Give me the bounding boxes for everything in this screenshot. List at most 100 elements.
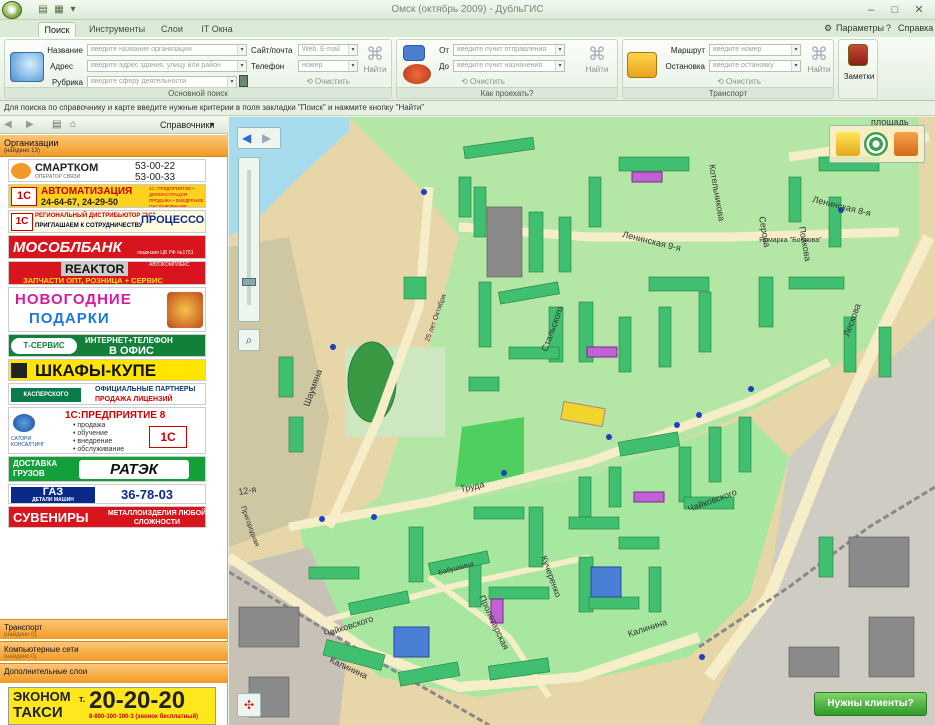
address-label: Адрес bbox=[50, 62, 73, 71]
app-logo-icon[interactable]: ◉ bbox=[2, 1, 22, 19]
sator-item: • внедрение bbox=[73, 438, 113, 445]
sator-item: • продажа bbox=[73, 422, 106, 429]
directories-dropdown[interactable]: Справочники bbox=[160, 120, 215, 130]
map-nav-controls: ◀ ▶ bbox=[237, 127, 281, 149]
sator-item: • обучение bbox=[73, 430, 108, 437]
1c-logo-icon: 1С bbox=[11, 187, 37, 206]
name-input[interactable]: введите название организации ▾ bbox=[87, 44, 247, 56]
maximize-button[interactable]: □ bbox=[882, 2, 908, 18]
find-search-label: Найти bbox=[363, 65, 387, 74]
clear-route-button[interactable]: ⟲ Очистить bbox=[453, 77, 513, 86]
map-forward-icon[interactable]: ▶ bbox=[262, 131, 271, 145]
gaz-phone: 36-78-03 bbox=[121, 487, 174, 502]
zoom-handle[interactable] bbox=[242, 278, 256, 286]
params-icon[interactable]: ⚙ bbox=[824, 23, 832, 34]
ad-wardrobes[interactable]: ШКАФЫ-КУПЕ bbox=[8, 359, 206, 381]
zoom-slider[interactable] bbox=[238, 157, 260, 322]
ad-reaktor[interactable]: REAKTOR АВТОКОМПЛЕКС ЗАПЧАСТИ ОПТ, РОЗНИ… bbox=[8, 261, 206, 285]
clear-transport-button[interactable]: ⟲ Очистить bbox=[709, 77, 769, 86]
find-search-button[interactable]: ⌘ Найти bbox=[361, 44, 389, 86]
ad-tservice[interactable]: Т-СЕРВИС ИНТЕРНЕТ+ТЕЛЕФОН В ОФИС bbox=[8, 334, 206, 357]
back-icon[interactable]: ◀ bbox=[4, 119, 12, 130]
ruler-icon[interactable] bbox=[836, 132, 860, 156]
compass-icon[interactable]: ✣ bbox=[237, 693, 261, 717]
gift-bear-image bbox=[167, 292, 203, 328]
find-transport-button[interactable]: ⌘ Найти bbox=[805, 44, 833, 86]
ad-gaz[interactable]: ГАЗ ДЕТАЛИ МАШИН 36-78-03 bbox=[8, 484, 206, 504]
area-icon[interactable] bbox=[894, 132, 918, 156]
clear-route-label: Очистить bbox=[470, 77, 505, 86]
gifts-line1: НОВОГОДНИЕ bbox=[15, 291, 132, 308]
section-found: (найдено 0) bbox=[4, 654, 37, 660]
tservice-line1: ИНТЕРНЕТ+ТЕЛЕФОН bbox=[85, 336, 173, 345]
to-input[interactable]: введите пункт назначения ▾ bbox=[453, 60, 565, 72]
tservice-logo: Т-СЕРВИС bbox=[11, 338, 77, 354]
orgs-section-header[interactable]: Организации (найдено 13) bbox=[0, 135, 228, 157]
section-networks[interactable]: Компьютерные сети (найдено 0) bbox=[0, 641, 228, 661]
ad-taxi[interactable]: ЭКОНОМ ТАКСИ т. 20-20-20 8-800-100-100-3… bbox=[8, 687, 216, 725]
smartcom-name: СМАРТКОМ bbox=[35, 162, 99, 174]
need-clients-button[interactable]: Нужны клиенты? bbox=[814, 692, 927, 716]
tservice-line2: В ОФИС bbox=[109, 345, 154, 357]
tab-layers[interactable]: Слои bbox=[155, 22, 189, 37]
tab-tools[interactable]: Инструменты bbox=[82, 22, 152, 37]
forward-icon[interactable]: ▶ bbox=[26, 119, 34, 130]
map-canvas[interactable]: Ленинская 9-я Ленинская 8-я Котельникова… bbox=[229, 117, 935, 725]
find-transport-label: Найти bbox=[807, 65, 831, 74]
notes-button[interactable]: Заметки bbox=[838, 39, 878, 99]
route-number-input[interactable]: введите номер ▾ bbox=[709, 44, 801, 56]
sator-title: 1С:ПРЕДПРИЯТИЕ 8 bbox=[65, 410, 166, 421]
auto-title: АВТОМАТИЗАЦИЯ bbox=[41, 186, 133, 197]
rubric-catalog-icon[interactable] bbox=[239, 75, 248, 87]
site-input[interactable]: Web, E-mail ▾ bbox=[298, 44, 358, 56]
notes-label: Заметки bbox=[843, 72, 875, 81]
save-icon[interactable]: ▦ bbox=[52, 3, 66, 16]
ad-ratek[interactable]: ДОСТАВКА ГРУЗОВ РАТЭК bbox=[8, 456, 206, 482]
left-pane: ◀ ▶ ▤ ⌂ Справочники ▾ Организации (найде… bbox=[0, 117, 228, 725]
tab-search[interactable]: Поиск bbox=[38, 22, 76, 37]
rubric-label: Рубрика bbox=[51, 78, 83, 87]
bus-icon bbox=[627, 52, 657, 78]
address-input[interactable]: введите адрес здания, улицу или район ▾ bbox=[87, 60, 247, 72]
home-icon[interactable]: ⌂ bbox=[70, 119, 76, 130]
section-transport[interactable]: Транспорт (найдено 0) bbox=[0, 619, 228, 639]
section-title: Дополнительные слои bbox=[4, 667, 88, 676]
params-link[interactable]: Параметры bbox=[836, 23, 884, 33]
route-group-title: Как проехать? bbox=[397, 87, 617, 98]
route-binoculars-icon: ⌘ bbox=[588, 44, 606, 64]
chevron-down-icon[interactable]: ▾ bbox=[210, 120, 214, 129]
zoom-tool-icon[interactable]: ⌕ bbox=[238, 329, 260, 351]
title-bar: ◉ ▤ ▦ ▾ Омск (октябрь 2009) - ДубльГИС –… bbox=[0, 0, 935, 20]
hint-bar: Для поиска по справочнику и карте введит… bbox=[0, 101, 935, 116]
map-back-icon[interactable]: ◀ bbox=[242, 131, 251, 145]
section-title: Транспорт bbox=[4, 623, 43, 632]
close-button[interactable]: ✕ bbox=[906, 2, 932, 18]
ad-souvenir[interactable]: СУВЕНИРЫ МЕТАЛЛОИЗДЕЛИЯ ЛЮБОЙ СЛОЖНОСТИ bbox=[8, 506, 206, 528]
clear-search-button[interactable]: ⟲ Очистить bbox=[298, 77, 358, 86]
help-link[interactable]: Справка bbox=[898, 23, 933, 33]
find-route-button[interactable]: ⌘ Найти bbox=[583, 44, 611, 86]
bank-sub: лицензия ЦБ РФ №1751 bbox=[137, 250, 194, 256]
route-group: От До введите пункт отправления ▾ введите… bbox=[396, 39, 618, 99]
ad-gifts[interactable]: НОВОГОДНИЕ ПОДАРКИ bbox=[8, 287, 206, 332]
ad-mosoblbank[interactable]: МОСОБЛБАНК лицензия ЦБ РФ №1751 bbox=[8, 235, 206, 259]
phone-input[interactable]: номер ▾ bbox=[298, 60, 358, 72]
stop-input[interactable]: введите остановку ▾ bbox=[709, 60, 801, 72]
help-icon[interactable]: ? bbox=[886, 23, 891, 33]
section-extra-layers[interactable]: Дополнительные слои bbox=[0, 663, 228, 683]
dropdown-icon[interactable]: ▾ bbox=[66, 3, 80, 16]
reaktor-name: REAKTOR bbox=[61, 262, 129, 276]
tab-it-windows[interactable]: IT Окна bbox=[195, 22, 239, 37]
ad-automation[interactable]: 1С АВТОМАТИЗАЦИЯ 24-64-67, 24-29-50 1С: … bbox=[8, 184, 206, 208]
orgs-title: Организации bbox=[4, 138, 59, 148]
ad-smartcom[interactable]: СМАРТКОМ ОПЕРАТОР СВЯЗИ 53-00-22 53-00-3… bbox=[8, 159, 206, 182]
ad-kaspersky[interactable]: КАСПЕРСКОГО ОФИЦИАЛЬНЫЕ ПАРТНЕРЫ ПРОДАЖА… bbox=[8, 383, 206, 405]
ad-processor[interactable]: 1С РЕГИОНАЛЬНЫЙ ДИСТРИБЬЮТОР "1С" ПРИГЛА… bbox=[8, 210, 206, 233]
ad-sator[interactable]: САТОРИ КОНСАЛТИНГ 1С:ПРЕДПРИЯТИЕ 8 • про… bbox=[8, 407, 206, 454]
from-input[interactable]: введите пункт отправления ▾ bbox=[453, 44, 565, 56]
minimize-button[interactable]: – bbox=[858, 2, 884, 18]
print-icon[interactable]: ▤ bbox=[36, 3, 50, 16]
radius-icon[interactable] bbox=[864, 132, 888, 156]
list-icon[interactable]: ▤ bbox=[52, 119, 61, 130]
map-view[interactable]: Ленинская 9-я Ленинская 8-я Котельникова… bbox=[229, 117, 935, 725]
